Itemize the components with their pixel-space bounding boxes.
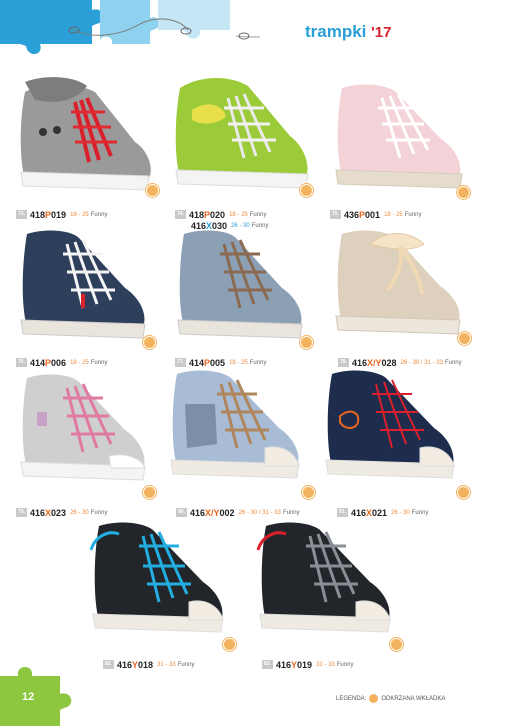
puzzle-decoration-footer	[0, 667, 72, 726]
product-number: 73.	[16, 210, 27, 220]
legend: LEGENDA: ODKRZANA WKŁADKA	[336, 694, 445, 703]
brand-name: Funny	[282, 509, 300, 516]
product-card-81[interactable]	[320, 364, 470, 499]
sneaker-image	[175, 78, 309, 189]
sneaker-image	[177, 230, 303, 339]
insole-icon	[143, 336, 156, 349]
product-card-83[interactable]	[252, 516, 407, 651]
insole-icon	[146, 184, 159, 197]
brand-name: Funny	[90, 509, 108, 516]
size-range: 18 - 25	[384, 211, 403, 218]
product-code: 414P006	[30, 357, 67, 368]
legend-label: LEGENDA:	[336, 696, 367, 703]
insole-icon	[390, 638, 403, 651]
sneaker-image	[89, 522, 224, 633]
product-label-82: 82. 416Y018 31 - 33 Funny	[103, 656, 194, 674]
sneaker-image	[335, 230, 461, 335]
sneaker-image	[325, 370, 455, 479]
product-code: 416Y018	[117, 659, 154, 670]
sneaker-image	[20, 374, 146, 481]
product-number: 74.	[175, 210, 186, 220]
size-range: 26 - 30	[70, 509, 89, 516]
product-code: 416X023	[30, 507, 67, 518]
product-card-78[interactable]	[330, 224, 471, 345]
product-card-80[interactable]	[165, 364, 315, 499]
brand-name: Funny	[336, 661, 354, 668]
puzzle-decoration-header	[0, 0, 260, 55]
insole-icon	[300, 184, 313, 197]
product-code: 416Y019	[276, 659, 313, 670]
product-number: 79.	[16, 508, 27, 518]
product-card-77[interactable]	[172, 228, 313, 349]
product-label-73: 73. 418P019 18 - 25 Funny	[16, 206, 107, 224]
sneaker-image	[256, 522, 391, 633]
sneaker-image	[20, 230, 146, 339]
brand-name: Funny	[411, 509, 429, 516]
brand-name: Funny	[404, 211, 422, 218]
insole-icon	[300, 336, 313, 349]
product-number: 82.	[103, 660, 114, 670]
insole-icon	[223, 638, 236, 651]
brand-name: Funny	[90, 211, 108, 218]
insole-icon	[143, 486, 156, 499]
size-range: 31 - 33	[316, 661, 335, 668]
sneaker-image	[170, 370, 300, 479]
product-card-74[interactable]	[172, 70, 317, 197]
insole-icon	[458, 332, 471, 345]
size-range: 31 - 33	[157, 661, 176, 668]
sneaker-image	[335, 84, 463, 189]
insole-icon	[302, 486, 315, 499]
product-number: 83.	[262, 660, 273, 670]
product-card-75[interactable]	[330, 78, 470, 199]
product-card-82[interactable]	[85, 516, 240, 651]
product-code: 418P019	[30, 209, 67, 220]
product-card-79[interactable]	[15, 368, 156, 499]
insole-icon	[457, 186, 470, 199]
size-range: 26 - 30	[391, 509, 410, 516]
product-code: 436P001	[344, 209, 381, 220]
product-number: 75.	[330, 210, 341, 220]
catalog-year: '17	[371, 24, 392, 41]
product-number: 76.	[16, 358, 27, 368]
brand-name: Funny	[90, 359, 108, 366]
legend-text: ODKRZANA WKŁADKA	[381, 696, 446, 703]
product-card-73[interactable]	[15, 72, 159, 197]
size-range: 18 - 25	[70, 359, 89, 366]
product-card-76[interactable]	[15, 228, 156, 349]
catalog-title-text: trampki	[305, 22, 367, 41]
product-label-83: 83. 416Y019 31 - 33 Funny	[262, 656, 353, 674]
size-range: 18 - 25	[70, 211, 89, 218]
insole-icon	[457, 486, 470, 499]
insole-icon	[369, 694, 379, 703]
brand-name: Funny	[177, 661, 195, 668]
catalog-title: trampki '17	[305, 22, 391, 42]
size-range: 26 - 30 / 31 - 33	[238, 509, 281, 516]
page-number: 12	[22, 691, 35, 703]
sneaker-image	[20, 77, 151, 191]
product-label-75: 75. 436P001 18 - 25 Funny	[330, 206, 421, 224]
